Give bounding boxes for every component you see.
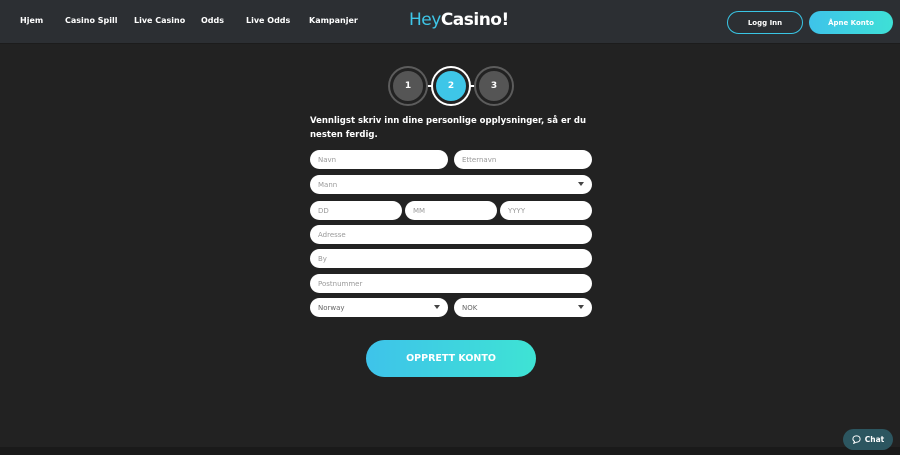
first-name-input[interactable]: Navn	[310, 150, 448, 169]
currency-select[interactable]: NOK	[454, 298, 592, 317]
heycasino-logo[interactable]: HeyCasino!	[409, 10, 509, 30]
logo-casino-text: Casino!	[440, 10, 509, 30]
footer-strip	[0, 447, 900, 455]
nav-item-casino-spill[interactable]: Casino Spill	[65, 16, 117, 25]
registration-stepper: 1 2 3	[390, 68, 512, 104]
form-intro-text: Vennligst skriv inn dine personlige oppl…	[310, 116, 586, 140]
gender-select-value: Mann	[318, 180, 338, 189]
chevron-down-icon	[434, 305, 440, 309]
open-account-button[interactable]: Åpne Konto	[809, 11, 893, 34]
logo-hey-text: Hey	[409, 10, 441, 30]
chat-bubble-icon	[852, 435, 861, 444]
postcode-input[interactable]: Postnummer	[310, 274, 592, 293]
chat-label: Chat	[864, 435, 885, 444]
last-name-input[interactable]: Etternavn	[454, 150, 592, 169]
currency-select-value: NOK	[462, 303, 478, 312]
step-1: 1	[390, 68, 426, 104]
birth-year-input[interactable]: YYYY	[500, 201, 592, 220]
nav-item-kampanjer[interactable]: Kampanjer	[309, 16, 358, 25]
chat-button[interactable]: Chat	[843, 429, 893, 450]
chevron-down-icon	[578, 305, 584, 309]
city-input[interactable]: By	[310, 249, 592, 268]
nav-item-hjem[interactable]: Hjem	[20, 16, 43, 25]
country-select[interactable]: Norway	[310, 298, 448, 317]
nav-item-live-odds[interactable]: Live Odds	[246, 16, 290, 25]
top-navigation-bar: Hjem Casino Spill Live Casino Odds Live …	[0, 0, 900, 44]
chevron-down-icon	[578, 182, 584, 186]
birth-month-input[interactable]: MM	[405, 201, 497, 220]
step-2-active: 2	[433, 68, 469, 104]
step-3: 3	[476, 68, 512, 104]
address-input[interactable]: Adresse	[310, 225, 592, 244]
login-button[interactable]: Logg Inn	[727, 11, 803, 34]
create-account-button[interactable]: OPPRETT KONTO	[366, 340, 536, 377]
nav-item-live-casino[interactable]: Live Casino	[134, 16, 185, 25]
birth-day-input[interactable]: DD	[310, 201, 402, 220]
gender-select[interactable]: Mann	[310, 175, 592, 194]
nav-item-odds[interactable]: Odds	[201, 16, 224, 25]
country-select-value: Norway	[318, 303, 345, 312]
